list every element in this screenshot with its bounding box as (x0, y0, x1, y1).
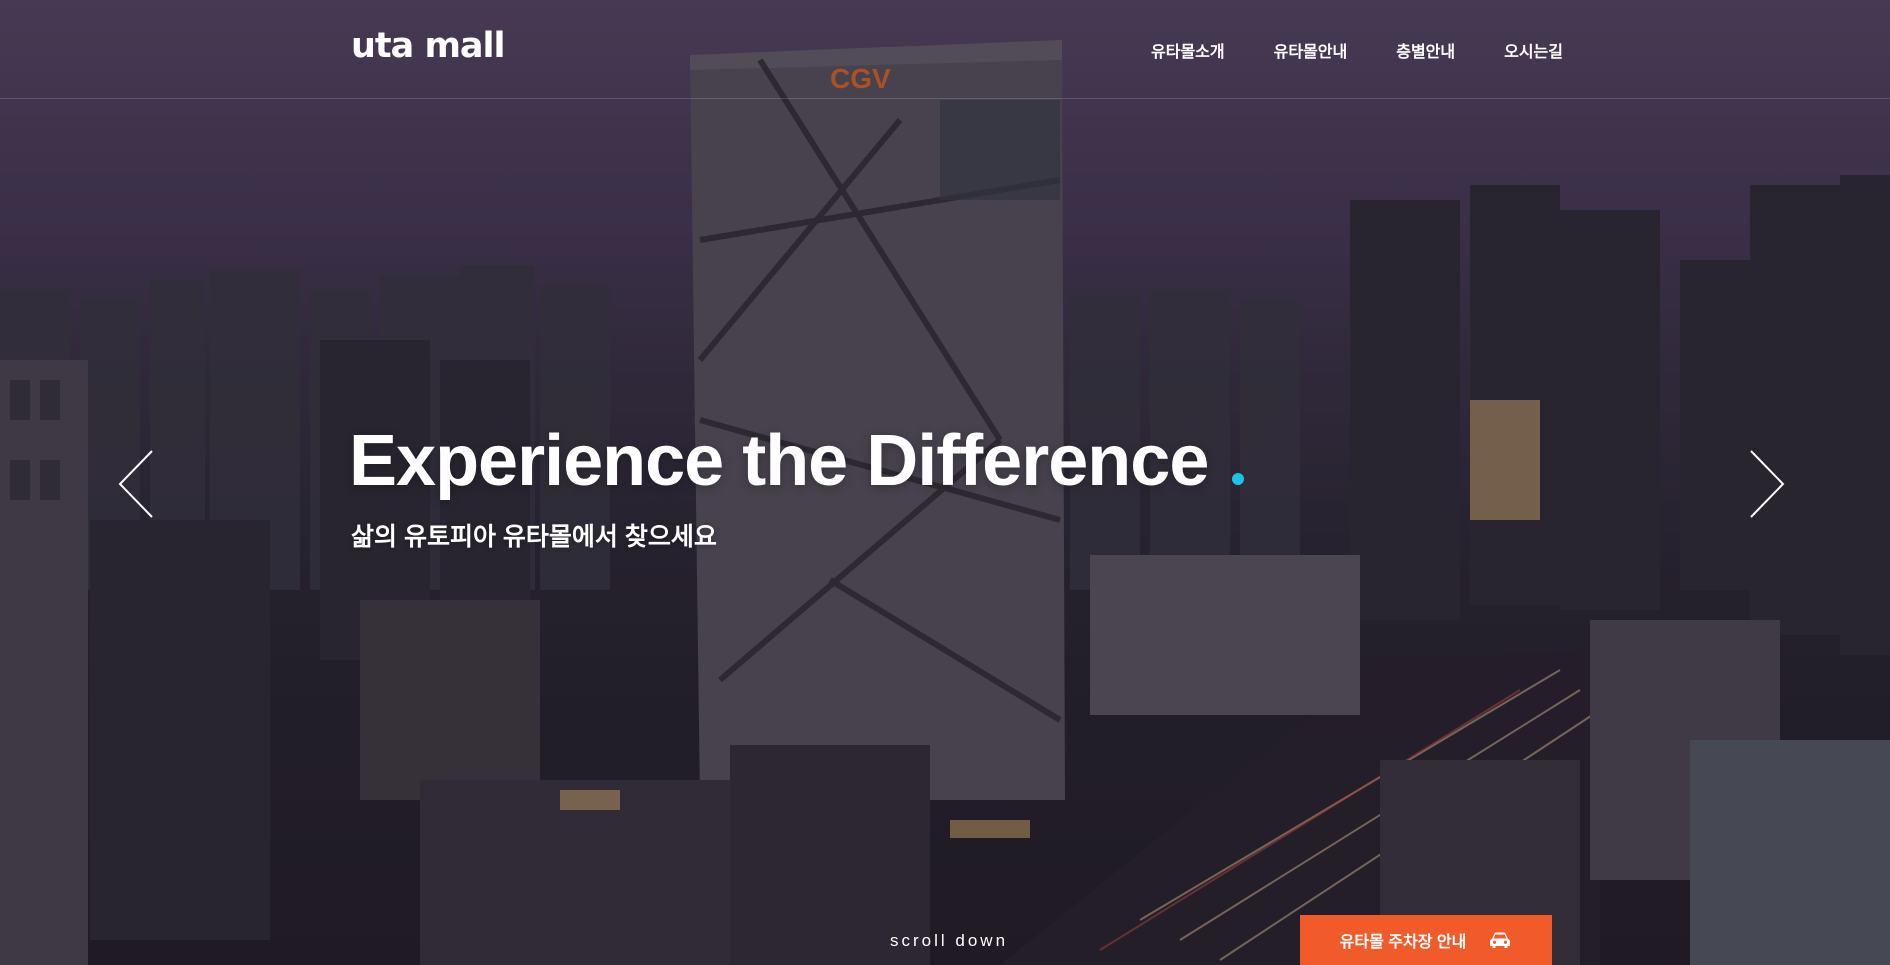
slider-next-button[interactable] (1745, 447, 1789, 521)
main-nav: 유타몰소개 유타몰안내 층별안내 오시는길 (1151, 38, 1563, 62)
nav-item-guide[interactable]: 유타몰안내 (1274, 38, 1348, 62)
parking-info-button[interactable]: 유타몰 주차장 안내 (1300, 915, 1552, 965)
nav-item-directions[interactable]: 오시는길 (1504, 38, 1563, 62)
chevron-left-icon (118, 450, 153, 518)
car-icon (1490, 932, 1511, 948)
site-header: uta mall 유타몰소개 유타몰안내 층별안내 오시는길 (0, 0, 1890, 99)
nav-item-about[interactable]: 유타몰소개 (1151, 38, 1225, 62)
chevron-right-icon (1750, 450, 1785, 518)
logo[interactable]: uta mall (351, 26, 506, 66)
scroll-down-link[interactable]: scroll down (890, 931, 1008, 951)
hero-title: Experience the Difference (349, 421, 1209, 501)
nav-item-floors[interactable]: 층별안내 (1396, 38, 1455, 62)
slider-prev-button[interactable] (114, 447, 158, 521)
hero-subtitle: 삶의 유토피아 유타몰에서 찾으세요 (351, 523, 717, 551)
hero-title-accent-dot (1232, 473, 1244, 485)
parking-info-label: 유타몰 주차장 안내 (1339, 934, 1467, 951)
